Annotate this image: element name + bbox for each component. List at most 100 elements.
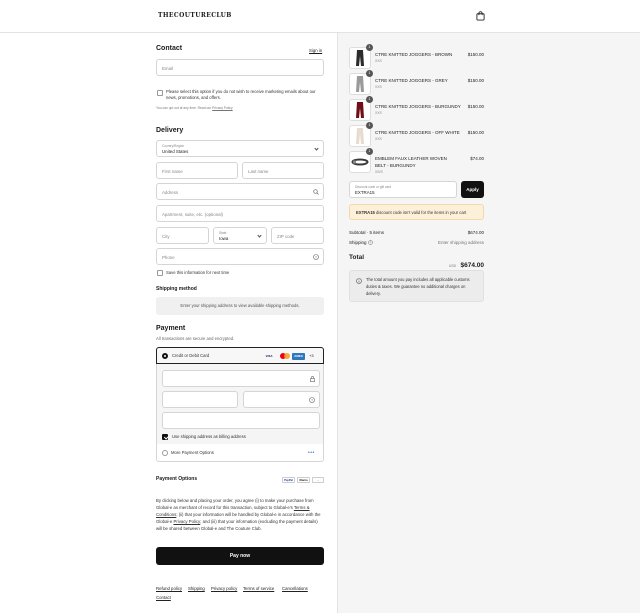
product-size: XXS — [375, 137, 382, 141]
save-info-label: Save this information for next time — [166, 270, 230, 275]
svg-text:?: ? — [369, 241, 371, 245]
quantity-badge: 1 — [366, 44, 373, 51]
lock-icon — [310, 376, 315, 382]
product-name: CTRE KNITTED JOGGERS - BROWN — [375, 52, 453, 57]
email-field[interactable]: Email — [156, 59, 324, 76]
order-summary-panel — [337, 33, 640, 613]
name-on-card-field[interactable] — [162, 412, 320, 429]
product-image — [356, 76, 364, 92]
discount-error-text: discount code isn't valid for the items … — [376, 210, 467, 215]
country-select[interactable]: Country/Region United States — [156, 140, 324, 157]
card-option-row[interactable]: Credit or Debit Card VISA AMEX +3 — [156, 347, 324, 364]
footer-link-cancellations[interactable]: Cancellations — [282, 586, 308, 591]
chevron-down-icon — [257, 233, 262, 238]
more-options-label[interactable]: More Payment Options — [171, 450, 214, 456]
phone-field[interactable]: Phone ? — [156, 248, 324, 265]
product-image — [356, 50, 364, 66]
discount-field[interactable]: Discount code or gift card EXTRA15 — [349, 181, 457, 198]
apartment-field[interactable]: Apartment, suite, etc. (optional) — [156, 205, 324, 222]
subtotal-value: $674.00 — [467, 230, 484, 235]
total-value: $674.00 — [460, 262, 485, 269]
quantity-badge: 1 — [366, 70, 373, 77]
help-icon[interactable]: ? — [309, 397, 315, 403]
product-image — [351, 158, 369, 166]
sign-in-link[interactable]: Sign in — [309, 48, 322, 53]
billing-same-checkbox[interactable] — [162, 434, 168, 440]
apply-discount-button[interactable]: Apply — [461, 181, 484, 198]
city-placeholder: City — [162, 233, 170, 239]
currency-code: USD — [448, 264, 457, 268]
payment-options-heading: Payment Options — [156, 476, 198, 482]
apartment-placeholder: Apartment, suite, etc. (optional) — [162, 211, 224, 217]
last-name-placeholder: Last name — [248, 168, 269, 174]
card-number-field[interactable] — [162, 370, 320, 387]
footer-link-privacy[interactable]: Privacy policy — [211, 586, 237, 591]
product-name: CTRE KNITTED JOGGERS - OFF WHITE — [375, 130, 460, 135]
zip-field[interactable]: ZIP code — [271, 227, 324, 244]
state-select[interactable]: State Iowa — [213, 227, 267, 244]
product-size: XXS — [375, 111, 382, 115]
footer-link-refund[interactable]: Refund policy — [156, 586, 182, 591]
duties-note-box: The total amount you pay includes all ap… — [349, 270, 484, 302]
shipping-method-heading: Shipping method — [156, 286, 197, 292]
opt-out-note: You can opt out at any time. Read our Pr… — [156, 106, 233, 110]
quantity-badge: 1 — [366, 96, 373, 103]
city-field[interactable]: City — [156, 227, 209, 244]
help-icon[interactable]: ? — [313, 254, 319, 260]
search-icon — [313, 189, 319, 195]
product-name: EMBLEM FAUX LEATHER WOVEN BELT - BURGUND… — [375, 156, 447, 168]
first-name-placeholder: First name — [162, 168, 183, 174]
product-size: XXS — [375, 85, 382, 89]
zip-placeholder: ZIP code — [277, 233, 295, 239]
product-price: $150.00 — [467, 52, 484, 57]
email-placeholder: Email — [162, 65, 173, 71]
product-image — [356, 102, 364, 118]
duties-note-text: The total amount you pay includes all ap… — [366, 277, 470, 296]
state-value: Iowa — [219, 236, 229, 241]
shopping-bag-icon[interactable] — [476, 11, 485, 21]
marketing-opt-out-label: Please select this option if you do not … — [166, 89, 316, 100]
first-name-field[interactable]: First name — [156, 162, 238, 179]
security-code-field[interactable]: ? — [243, 391, 320, 408]
card-radio[interactable] — [162, 353, 168, 359]
pay-now-button[interactable]: Pay now — [156, 547, 324, 565]
more-cards-count: +3 — [309, 353, 314, 358]
footer-link-contact[interactable]: Contact — [156, 595, 171, 600]
discount-error-code: EXTRA15 — [356, 210, 375, 215]
expiry-field[interactable] — [162, 391, 238, 408]
footer-link-shipping[interactable]: Shipping — [188, 586, 205, 591]
product-image — [356, 128, 364, 144]
product-name: CTRE KNITTED JOGGERS - BURGUNDY — [375, 104, 461, 109]
shipping-method-message: Enter your shipping address to view avai… — [180, 303, 300, 308]
billing-same-label: Use shipping address as billing address — [172, 434, 246, 439]
marketing-opt-out-checkbox[interactable] — [157, 90, 163, 96]
discount-error-banner: EXTRA15 discount code isn't valid for th… — [349, 204, 484, 220]
product-price: $150.00 — [467, 104, 484, 109]
footer-link-terms[interactable]: Terms of service — [243, 586, 274, 591]
save-info-checkbox[interactable] — [157, 270, 163, 276]
address-placeholder: Address — [162, 189, 179, 195]
total-label: Total — [349, 254, 365, 261]
card-option-label: Credit or Debit Card — [172, 353, 210, 358]
payment-subtitle: All transactions are secure and encrypte… — [156, 336, 235, 341]
help-icon[interactable]: ? — [367, 240, 373, 246]
svg-text:?: ? — [311, 398, 313, 402]
address-field[interactable]: Address — [156, 183, 324, 200]
shipping-method-box: Enter your shipping address to view avai… — [156, 297, 324, 315]
more-options-radio[interactable] — [162, 450, 168, 456]
payment-heading: Payment — [156, 325, 186, 332]
amex-icon: AMEX — [292, 352, 305, 360]
privacy-policy-link[interactable]: Privacy Policy — [212, 106, 233, 110]
product-size: XXS — [375, 59, 382, 63]
global-e-privacy-link[interactable]: Privacy Policy — [173, 519, 200, 524]
store-logo[interactable]: THECOUTURECLUB — [158, 12, 232, 19]
product-size: XS/S — [375, 170, 383, 174]
info-icon — [356, 278, 362, 284]
product-name: CTRE KNITTED JOGGERS - GREY — [375, 78, 448, 83]
contact-heading: Contact — [156, 45, 183, 52]
card-details-section: ? Use shipping address as billing addres… — [156, 364, 324, 444]
paypal-icon: PayPal — [282, 477, 295, 483]
country-value: United States — [162, 149, 189, 154]
last-name-field[interactable]: Last name — [242, 162, 324, 179]
discount-label: Discount code or gift card — [355, 184, 392, 189]
